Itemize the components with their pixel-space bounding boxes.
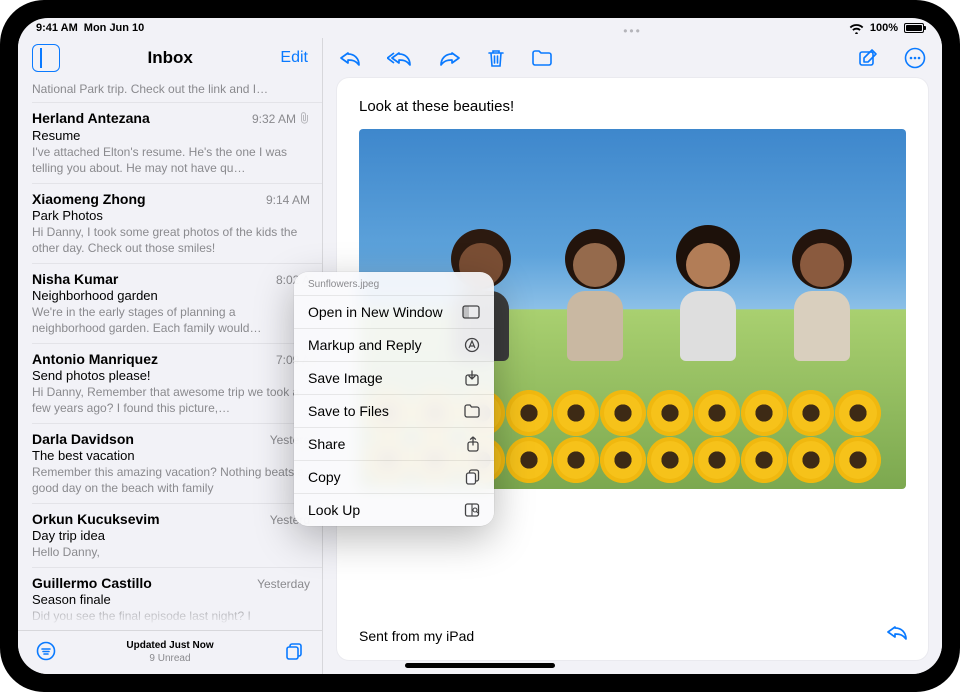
ipad-frame: 9:41 AM Mon Jun 10 100% Inbox Edit	[0, 0, 960, 692]
markup-icon	[464, 337, 480, 353]
inbox-pane: Inbox Edit National Park trip. Check out…	[18, 38, 323, 674]
list-item[interactable]: Herland Antezana 9:32 AM Resume I've att…	[32, 103, 322, 184]
inline-reply-icon[interactable]	[886, 623, 908, 646]
multitask-grabber-icon[interactable]: •••	[623, 24, 642, 38]
message-preview: Hi Danny, I took some great photos of th…	[32, 224, 310, 256]
wifi-icon	[849, 23, 864, 34]
message-subject: Neighborhood garden	[32, 288, 310, 303]
menu-item-label: Markup and Reply	[308, 337, 422, 353]
menu-item-label: Open in New Window	[308, 304, 443, 320]
reply-all-icon[interactable]	[387, 49, 413, 67]
move-folder-icon[interactable]	[531, 49, 553, 67]
menu-share[interactable]: Share	[294, 427, 494, 460]
menu-open-new-window[interactable]: Open in New Window	[294, 295, 494, 328]
save-image-icon	[464, 370, 480, 386]
message-time: 9:32 AM	[252, 112, 310, 127]
inbox-header: Inbox Edit	[18, 38, 322, 78]
battery-percent: 100%	[870, 22, 898, 34]
message-preview: We're in the early stages of planning a …	[32, 304, 310, 336]
new-window-icon	[462, 305, 480, 319]
menu-item-label: Share	[308, 436, 345, 452]
message-preview: Remember this amazing vacation? Nothing …	[32, 464, 310, 496]
forward-icon[interactable]	[439, 49, 461, 67]
sidebar-toggle-icon[interactable]	[32, 44, 60, 72]
reply-icon[interactable]	[339, 49, 361, 67]
screen: 9:41 AM Mon Jun 10 100% Inbox Edit	[18, 18, 942, 674]
context-menu-filename: Sunflowers.jpeg	[294, 272, 494, 295]
sender-name: Darla Davidson	[32, 431, 134, 447]
message-preview: Hi Danny, Remember that awesome trip we …	[32, 384, 310, 416]
menu-item-label: Look Up	[308, 502, 360, 518]
compose-icon[interactable]	[858, 48, 878, 68]
more-icon[interactable]	[904, 47, 926, 69]
message-time: Yesterday	[257, 577, 310, 591]
list-item[interactable]: Guillermo Castillo Yesterday Season fina…	[32, 568, 322, 630]
filter-icon[interactable]	[36, 641, 56, 664]
status-date: Mon Jun 10	[84, 22, 145, 34]
message-signature: Sent from my iPad	[359, 628, 906, 644]
sender-name: Antonio Manriquez	[32, 351, 158, 367]
status-bar: 9:41 AM Mon Jun 10 100%	[18, 18, 942, 38]
sender-name: Xiaomeng Zhong	[32, 191, 146, 207]
inbox-title: Inbox	[148, 48, 193, 68]
inbox-footer: Updated Just Now 9 Unread	[18, 630, 322, 674]
copy-icon	[465, 469, 480, 485]
message-toolbar	[323, 38, 942, 78]
message-body-text: Look at these beauties!	[359, 98, 906, 115]
sender-name: Herland Antezana	[32, 110, 150, 126]
menu-item-label: Save Image	[308, 370, 383, 386]
list-item[interactable]: Antonio Manriquez 7:09 A Send photos ple…	[32, 344, 322, 424]
share-icon	[466, 436, 480, 452]
message-subject: Send photos please!	[32, 368, 310, 383]
menu-item-label: Copy	[308, 469, 341, 485]
sender-name: Nisha Kumar	[32, 271, 118, 287]
menu-look-up[interactable]: Look Up	[294, 493, 494, 526]
message-time: 9:14 AM	[266, 193, 310, 207]
trash-icon[interactable]	[487, 48, 505, 68]
list-item[interactable]: Darla Davidson Yesterd The best vacation…	[32, 424, 322, 504]
message-subject: Park Photos	[32, 208, 310, 223]
message-list[interactable]: National Park trip. Check out the link a…	[18, 78, 322, 630]
attachment-context-menu: Sunflowers.jpeg Open in New Window Marku…	[294, 272, 494, 526]
menu-markup-reply[interactable]: Markup and Reply	[294, 328, 494, 361]
list-item[interactable]: Xiaomeng Zhong 9:14 AM Park Photos Hi Da…	[32, 184, 322, 264]
list-item[interactable]: Orkun Kucuksevim Yesterd Day trip idea H…	[32, 504, 322, 568]
list-item[interactable]: Nisha Kumar 8:02 A Neighborhood garden W…	[32, 264, 322, 344]
message-subject: The best vacation	[32, 448, 310, 463]
folder-icon	[464, 404, 480, 418]
paperclip-icon	[300, 112, 310, 127]
home-indicator[interactable]	[405, 663, 555, 668]
footer-unread: 9 Unread	[126, 653, 213, 666]
sender-name: Orkun Kucuksevim	[32, 511, 160, 527]
battery-icon	[904, 23, 924, 33]
menu-copy[interactable]: Copy	[294, 460, 494, 493]
message-subject: Season finale	[32, 592, 310, 607]
message-subject: Resume	[32, 128, 310, 143]
menu-save-to-files[interactable]: Save to Files	[294, 394, 494, 427]
menu-save-image[interactable]: Save Image	[294, 361, 494, 394]
previous-message-snippet[interactable]: National Park trip. Check out the link a…	[32, 78, 322, 103]
windows-icon[interactable]	[284, 641, 304, 664]
footer-updated: Updated Just Now	[126, 640, 213, 653]
lookup-icon	[464, 502, 480, 518]
message-preview: I've attached Elton's resume. He's the o…	[32, 144, 310, 176]
message-preview: Did you see the final episode last night…	[32, 608, 310, 624]
menu-item-label: Save to Files	[308, 403, 389, 419]
edit-button[interactable]: Edit	[280, 49, 308, 67]
status-time: 9:41 AM	[36, 22, 78, 34]
sender-name: Guillermo Castillo	[32, 575, 152, 591]
message-preview: Hello Danny,	[32, 544, 310, 560]
message-subject: Day trip idea	[32, 528, 310, 543]
